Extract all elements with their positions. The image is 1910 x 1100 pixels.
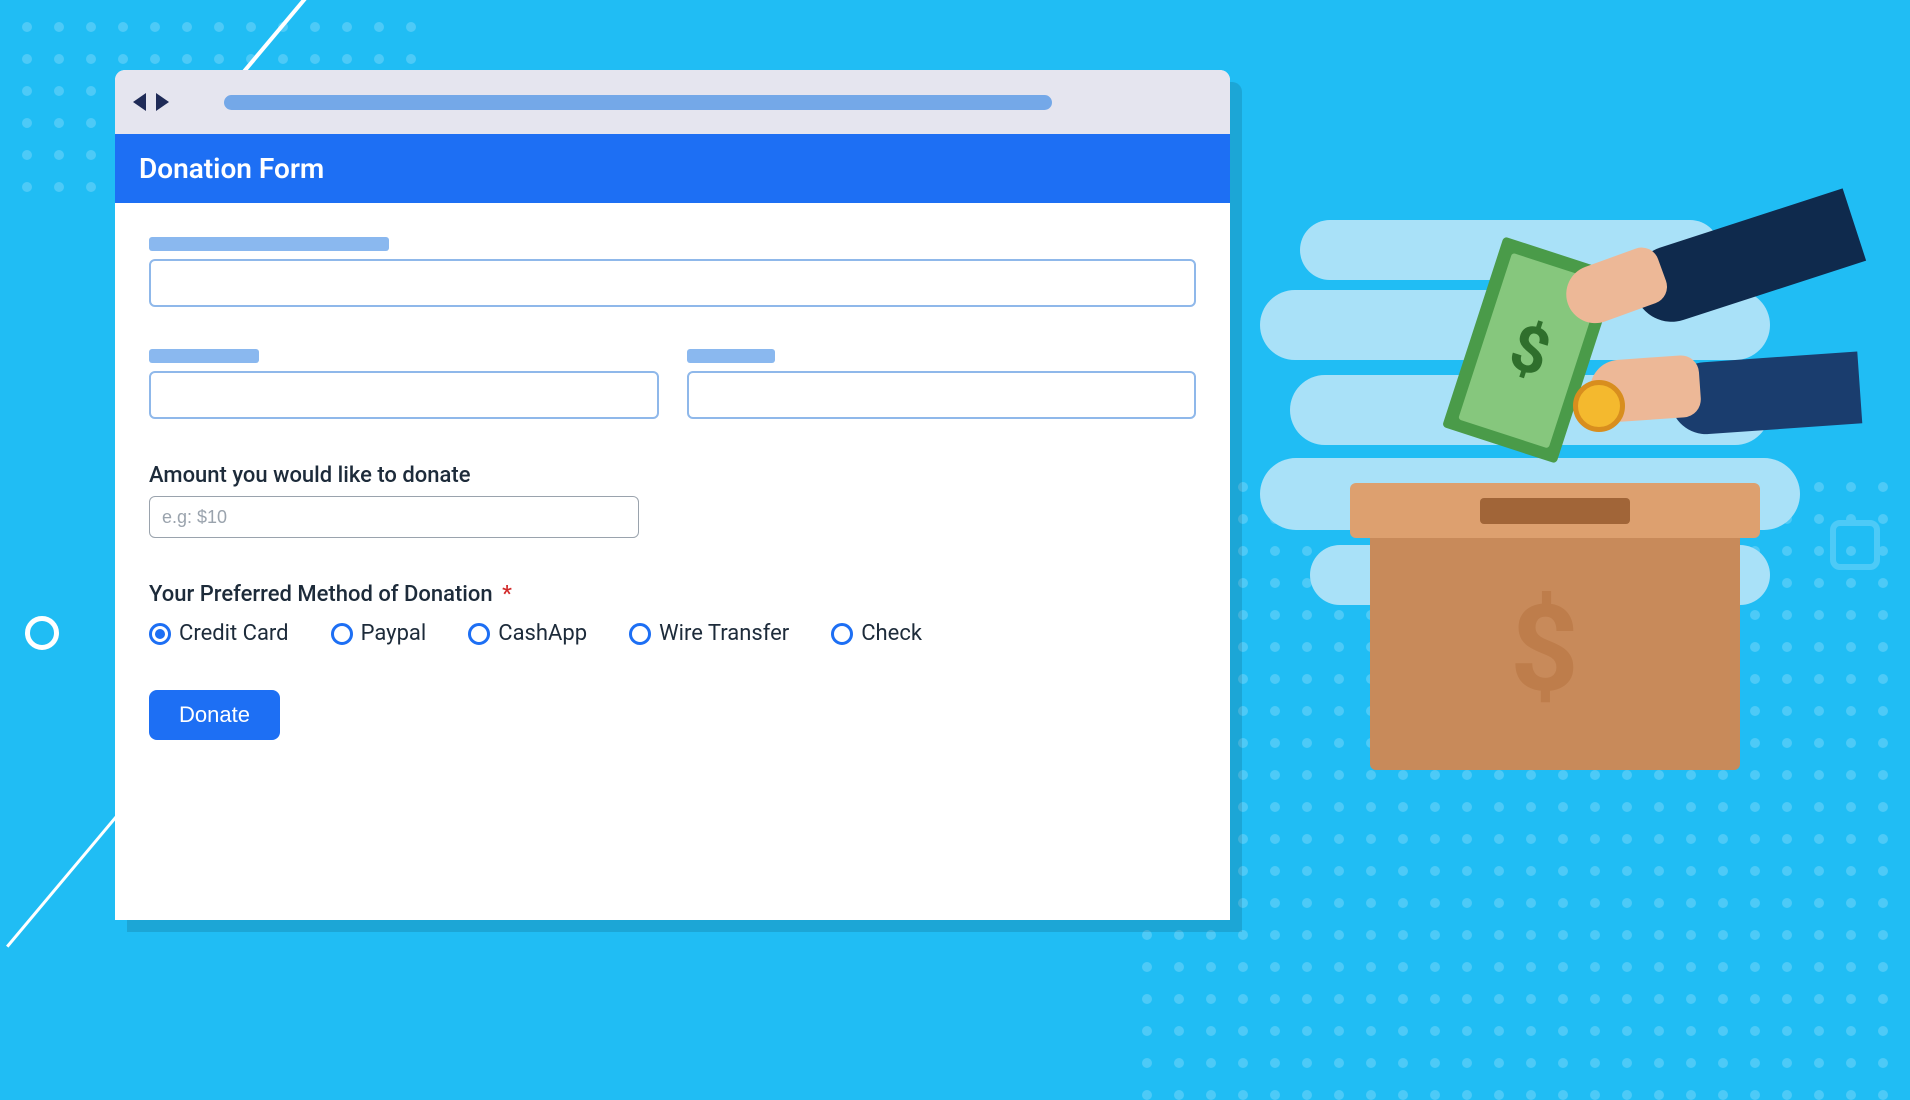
radio-label: CashApp (498, 621, 587, 646)
radio-check[interactable]: Check (831, 621, 922, 646)
field-label-placeholder (149, 237, 389, 251)
method-label: Your Preferred Method of Donation * (149, 582, 1196, 607)
donation-illustration: $ $ (1260, 210, 1840, 810)
nav-arrows (133, 93, 169, 111)
method-label-text: Your Preferred Method of Donation (149, 582, 493, 607)
radio-icon (629, 623, 651, 645)
text-input-1[interactable] (149, 259, 1196, 307)
radio-label: Credit Card (179, 621, 289, 646)
url-bar[interactable] (224, 95, 1052, 110)
required-asterisk: * (502, 582, 512, 607)
field-label-placeholder (149, 349, 259, 363)
radio-icon (831, 623, 853, 645)
forward-arrow-icon[interactable] (156, 93, 169, 111)
radio-cashapp[interactable]: CashApp (468, 621, 587, 646)
coin-icon (1573, 380, 1625, 432)
amount-input[interactable] (149, 496, 639, 538)
radio-icon (331, 623, 353, 645)
dollar-icon: $ (1510, 580, 1579, 720)
form-title: Donation Form (115, 134, 1230, 203)
radio-label: Wire Transfer (659, 621, 789, 646)
radio-label: Paypal (361, 621, 427, 646)
back-arrow-icon[interactable] (133, 93, 146, 111)
radio-paypal[interactable]: Paypal (331, 621, 427, 646)
donate-button[interactable]: Donate (149, 690, 280, 740)
form-body: Amount you would like to donate Your Pre… (115, 203, 1230, 768)
text-input-3[interactable] (687, 371, 1197, 419)
radio-credit-card[interactable]: Credit Card (149, 621, 289, 646)
bg-ring-icon (25, 616, 59, 650)
donation-box-slot (1480, 498, 1630, 524)
browser-window: Donation Form Amount you would like to d… (115, 70, 1230, 920)
browser-titlebar (115, 70, 1230, 134)
text-input-2[interactable] (149, 371, 659, 419)
radio-icon (149, 623, 171, 645)
payment-method-radio-group: Credit Card Paypal CashApp Wire Transfer… (149, 621, 1196, 646)
radio-icon (468, 623, 490, 645)
radio-wire-transfer[interactable]: Wire Transfer (629, 621, 789, 646)
amount-label: Amount you would like to donate (149, 463, 1196, 488)
field-label-placeholder (687, 349, 775, 363)
radio-label: Check (861, 621, 922, 646)
